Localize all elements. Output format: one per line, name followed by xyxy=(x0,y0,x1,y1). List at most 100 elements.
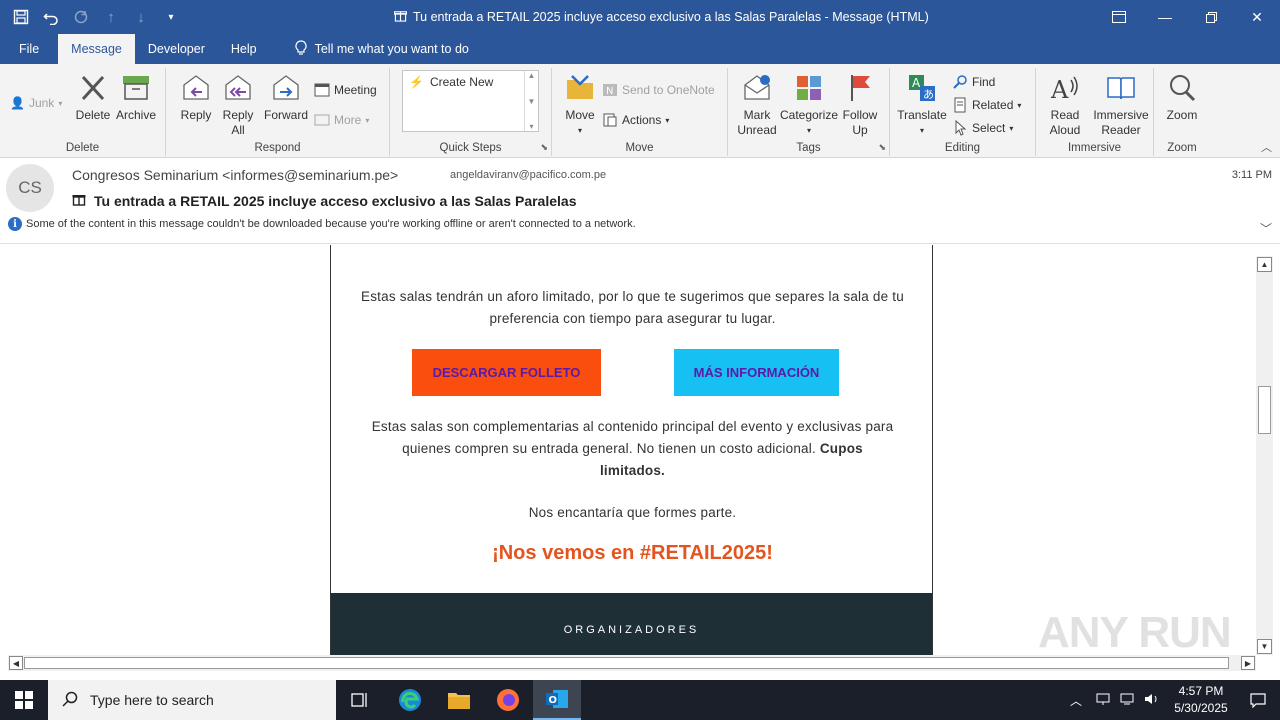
avatar[interactable]: CS xyxy=(6,164,54,212)
firefox-icon[interactable] xyxy=(484,680,532,720)
windows-start-icon[interactable] xyxy=(0,680,48,720)
reply-button[interactable]: Reply xyxy=(176,72,216,123)
ribbon: 👤 Junk ▾ Delete Archive Delete Reply Rep… xyxy=(0,64,1280,158)
tab-help[interactable]: Help xyxy=(218,34,270,64)
subject-text: Tu entrada a RETAIL 2025 incluye acceso … xyxy=(94,192,577,209)
find-label: Find xyxy=(972,75,996,89)
svg-text:A: A xyxy=(912,76,921,90)
anyrun-watermark: ANY RUN xyxy=(1038,608,1232,657)
forward-button[interactable]: Forward xyxy=(262,72,310,123)
outlook-taskbar-icon[interactable]: O xyxy=(533,680,581,720)
send-onenote-button[interactable]: N Send to OneNote xyxy=(602,82,715,98)
received-time: 3:11 PM xyxy=(1231,169,1272,181)
scroll-down-icon[interactable]: ▼ xyxy=(1257,639,1272,654)
archive-icon xyxy=(123,76,149,100)
display-icon[interactable] xyxy=(1120,692,1134,709)
collapse-ribbon-icon[interactable]: ︿ xyxy=(1261,139,1272,155)
scroll-up-icon[interactable]: ▲ xyxy=(1257,257,1272,272)
taskbar-search[interactable]: Type here to search xyxy=(48,680,336,720)
group-immersive: A Read Aloud Immersive Reader Immersive xyxy=(1036,68,1154,156)
close-icon[interactable]: ✕ xyxy=(1234,0,1280,34)
junk-button[interactable]: 👤 Junk ▾ xyxy=(10,96,62,110)
tab-file[interactable]: File xyxy=(0,34,58,64)
sender[interactable]: Congresos Seminarium <informes@seminariu… xyxy=(72,167,398,183)
clock[interactable]: 4:57 PM 5/30/2025 xyxy=(1166,683,1236,717)
categorize-label: Categorize xyxy=(779,108,839,122)
volume-icon[interactable] xyxy=(1144,692,1160,709)
immersive-reader-button[interactable]: Immersive Reader xyxy=(1090,72,1152,138)
more-button[interactable]: More ▾ xyxy=(314,112,369,128)
info-icon: i xyxy=(8,217,22,231)
read-aloud-button[interactable]: A Read Aloud xyxy=(1042,72,1088,138)
more-info-button[interactable]: MÁS INFORMACIÓN xyxy=(674,349,839,396)
tell-me-search[interactable]: Tell me what you want to do xyxy=(282,34,482,64)
minimize-icon[interactable]: — xyxy=(1142,0,1188,34)
reply-all-button[interactable]: Reply All xyxy=(218,72,258,138)
move-button[interactable]: Move ▾ xyxy=(560,72,600,138)
actions-button[interactable]: Actions ▾ xyxy=(602,112,669,128)
notifications-icon[interactable] xyxy=(1236,692,1280,708)
chevron-up-icon[interactable]: ︿ xyxy=(1070,692,1082,709)
cursor-icon xyxy=(955,120,967,136)
tab-developer[interactable]: Developer xyxy=(135,34,218,64)
mark-unread-label: Mark Unread xyxy=(737,108,777,137)
paragraph-complementary: Estas salas son complementarias al conte… xyxy=(361,416,904,482)
delete-button[interactable]: Delete xyxy=(73,72,113,123)
paragraph-invite: Nos encantaría que formes parte. xyxy=(528,505,737,520)
group-editing: Aあ Translate ▾ Find Related ▾ Select ▾ E… xyxy=(890,68,1036,156)
recipient[interactable]: angeldaviranv@pacifico.com.pe xyxy=(450,169,606,181)
group-zoom-label: Zoom xyxy=(1167,142,1197,154)
mark-unread-button[interactable]: Mark Unread xyxy=(734,72,780,138)
file-explorer-icon[interactable] xyxy=(435,680,483,720)
svg-text:O: O xyxy=(549,695,558,706)
save-icon[interactable] xyxy=(8,4,34,30)
vertical-scroll-thumb[interactable] xyxy=(1258,386,1271,434)
network-icon[interactable] xyxy=(1096,692,1110,709)
tab-message[interactable]: Message xyxy=(58,34,135,64)
scroll-right-icon[interactable]: ▶ xyxy=(1241,656,1255,670)
customize-qat-icon[interactable]: ▾ xyxy=(158,4,184,30)
related-button[interactable]: Related ▾ xyxy=(952,97,1021,113)
undo-icon[interactable] xyxy=(38,4,64,30)
task-view-icon[interactable] xyxy=(336,680,384,720)
meeting-button[interactable]: Meeting xyxy=(314,82,377,98)
read-aloud-label: Read Aloud xyxy=(1049,108,1081,137)
quick-steps-gallery[interactable]: ⚡ Create New ▲ ▼ ▾ xyxy=(402,70,539,132)
vertical-scrollbar[interactable]: ▲ ▼ xyxy=(1256,256,1273,655)
horizontal-scroll-thumb[interactable] xyxy=(24,657,1229,669)
paragraph-complementary-text: Estas salas son complementarias al conte… xyxy=(371,419,894,456)
meeting-label: Meeting xyxy=(334,83,377,97)
tags-launcher-icon[interactable]: ⬊ xyxy=(878,142,886,153)
archive-label: Archive xyxy=(115,108,156,122)
zoom-button[interactable]: Zoom xyxy=(1160,72,1204,123)
quick-steps-scroll[interactable]: ▲ ▼ ▾ xyxy=(524,71,538,131)
arrow-up-icon[interactable]: ↑ xyxy=(98,4,124,30)
archive-button[interactable]: Archive xyxy=(114,72,158,123)
group-tags-label: Tags xyxy=(796,142,821,154)
restore-ribbon-icon[interactable] xyxy=(1096,0,1142,34)
maximize-icon[interactable] xyxy=(1188,0,1234,34)
chevron-down-icon[interactable]: ﹀ xyxy=(1260,220,1272,237)
junk-icon: 👤 xyxy=(10,96,25,110)
follow-up-button[interactable]: Follow Up xyxy=(838,72,882,138)
find-button[interactable]: Find xyxy=(952,74,995,90)
scroll-left-icon[interactable]: ◀ xyxy=(9,656,23,670)
create-new-quickstep[interactable]: ⚡ Create New xyxy=(409,75,493,89)
clock-time: 4:57 PM xyxy=(1178,684,1224,698)
info-bar[interactable]: i Some of the content in this message co… xyxy=(8,217,636,231)
clock-date: 5/30/2025 xyxy=(1174,701,1228,715)
create-new-label: Create New xyxy=(429,75,494,89)
find-icon xyxy=(953,75,967,89)
categorize-button[interactable]: Categorize ▾ xyxy=(779,72,839,138)
title-bar: ↑ ↓ ▾ Tu entrada a RETAIL 2025 incluye a… xyxy=(0,0,1280,34)
group-zoom: Zoom Zoom xyxy=(1154,68,1210,156)
redo-icon[interactable] xyxy=(68,4,94,30)
edge-icon[interactable] xyxy=(386,680,434,720)
quick-steps-launcher-icon[interactable]: ⬊ xyxy=(540,142,548,153)
related-icon xyxy=(954,97,966,113)
select-button[interactable]: Select ▾ xyxy=(952,120,1013,136)
translate-button[interactable]: Aあ Translate ▾ xyxy=(896,72,948,138)
download-brochure-button[interactable]: DESCARGAR FOLLETO xyxy=(412,349,601,396)
arrow-down-icon[interactable]: ↓ xyxy=(128,4,154,30)
reading-pane: Estas salas tendrán un aforo limitado, p… xyxy=(0,245,1280,655)
